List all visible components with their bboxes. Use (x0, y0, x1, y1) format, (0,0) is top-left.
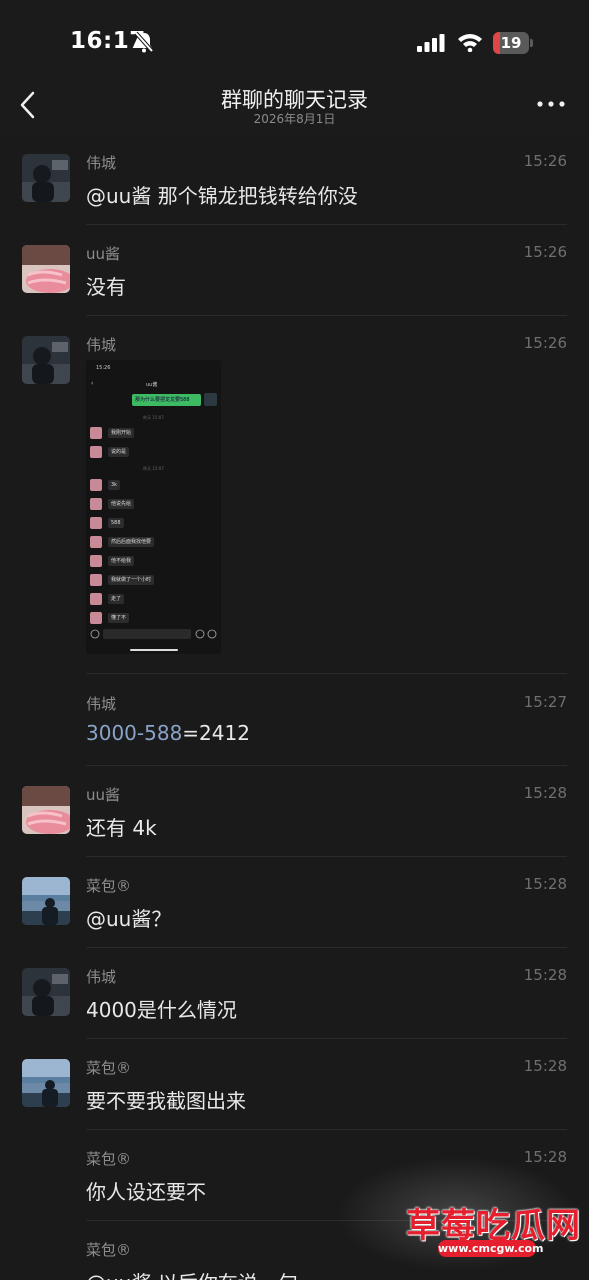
screenshot-separator: 昨天 15:07 (143, 415, 164, 420)
sender-name: uu酱 (86, 245, 121, 263)
sender-name: 菜包® (86, 877, 132, 895)
screenshot-avatar (90, 427, 102, 439)
screenshot-avatar (90, 612, 102, 624)
wifi-icon (458, 34, 482, 52)
message-text: 你人设还要不 (86, 1180, 206, 1204)
screenshot-bubble: 他不给我 (108, 556, 135, 566)
message-item[interactable]: uu酱 15:28 还有 4k (0, 772, 589, 862)
screenshot-avatar (90, 536, 102, 548)
screenshot-bubble: 懂了不 (108, 613, 130, 623)
message-time: 15:28 (523, 875, 567, 893)
avatar-caibao[interactable] (22, 877, 70, 925)
message-time: 15:26 (523, 152, 567, 170)
divider (86, 315, 567, 316)
screenshot-bubble: 我刚开始 (108, 428, 135, 438)
battery-indicator: 19 (493, 32, 533, 54)
screenshot-self-avatar (204, 393, 217, 406)
bell-off-icon (134, 31, 154, 53)
screenshot-green-bubble: 那为什么要把龙龙要588 (132, 394, 201, 406)
sender-name: 菜包® (86, 1241, 132, 1259)
screenshot-bubble: 说的是 (108, 447, 130, 457)
message-item[interactable]: 伟城 15:28 4000是什么情况 (0, 954, 589, 1044)
sender-name: uu酱 (86, 786, 121, 804)
message-time: 15:28 (523, 784, 567, 802)
avatar-weicheng[interactable] (22, 968, 70, 1016)
battery-cap (530, 39, 533, 47)
message-text: 4000是什么情况 (86, 998, 237, 1022)
screenshot-avatar (90, 517, 102, 529)
divider (86, 1129, 567, 1130)
screenshot-avatar (90, 498, 102, 510)
screenshot-home-indicator (130, 649, 178, 651)
avatar-weicheng[interactable] (22, 336, 70, 384)
formula-rest: =2412 (182, 721, 250, 745)
message-time: 15:26 (523, 243, 567, 261)
screenshot-avatar (90, 479, 102, 491)
screenshot-input-bar (90, 629, 217, 639)
sender-name: 伟城 (86, 154, 117, 172)
screenshot-avatar (90, 574, 102, 586)
screenshot-bubble: 我就做了一个小时 (108, 575, 155, 585)
battery-percent: 19 (500, 34, 522, 52)
avatar-uu[interactable] (22, 245, 70, 293)
watermark-logo: 草莓吃瓜网 www.cmcgw.com (336, 1156, 580, 1272)
divider (86, 765, 567, 766)
message-time: 15:28 (523, 966, 567, 984)
watermark-url: www.cmcgw.com (438, 1240, 544, 1257)
message-text: 没有 (86, 275, 126, 299)
message-item[interactable]: 菜包® 15:28 要不要我截图出来 (0, 1045, 589, 1135)
divider (86, 1038, 567, 1039)
avatar-caibao[interactable] (22, 1059, 70, 1107)
message-time: 15:27 (523, 693, 567, 711)
screenshot-avatar (90, 593, 102, 605)
chat-screenshot-image[interactable]: 15:26 uu酱 ‹ 那为什么要把龙龙要588 昨天 15:07 我刚开始 说… (86, 360, 221, 654)
status-bar: 16:17 19 (0, 0, 589, 80)
message-item[interactable]: 菜包® 15:28 @uu酱？ (0, 863, 589, 953)
screenshot-avatar (90, 555, 102, 567)
divider (86, 224, 567, 225)
message-item[interactable]: uu酱 15:26 没有 (0, 231, 589, 321)
sender-name: 菜包® (86, 1059, 132, 1077)
message-text: 3000-588=2412 (86, 721, 250, 745)
more-options-icon[interactable] (536, 94, 566, 114)
avatar-weicheng[interactable] (22, 154, 70, 202)
sender-name: 伟城 (86, 695, 117, 713)
message-item[interactable]: 伟城 15:26 @uu酱 那个锦龙把钱转给你没 (0, 140, 589, 230)
screenshot-bubble: 走了 (108, 594, 125, 604)
message-text: @uu酱 那个锦龙把钱转给你没 (86, 184, 358, 208)
sender-name: 伟城 (86, 968, 117, 986)
message-text: 要不要我截图出来 (86, 1089, 246, 1113)
divider (86, 673, 567, 674)
avatar-uu[interactable] (22, 786, 70, 834)
message-item[interactable]: 伟城 15:27 3000-588=2412 (0, 681, 589, 771)
screenshot-bubble: 3k (108, 480, 121, 490)
nav-header: 群聊的聊天记录 2026年8月1日 (0, 80, 589, 134)
screenshot-title: uu酱 (146, 382, 158, 388)
sender-name: 菜包® (86, 1150, 132, 1168)
divider (86, 947, 567, 948)
message-text: 还有 4k (86, 816, 157, 840)
screenshot-bubble: 然后后面我找他要 (108, 537, 155, 547)
divider (86, 856, 567, 857)
page-subtitle: 2026年8月1日 (253, 112, 336, 126)
message-time: 15:28 (523, 1057, 567, 1075)
screenshot-back-icon: ‹ (91, 380, 94, 387)
sender-name: 伟城 (86, 336, 117, 354)
message-time: 15:26 (523, 334, 567, 352)
screenshot-separator: 昨天 15:07 (143, 466, 164, 471)
message-text: @uu酱 以后你在说一句 (86, 1267, 298, 1280)
message-text: @uu酱？ (86, 907, 172, 931)
screenshot-time: 15:26 (96, 365, 111, 371)
cellular-signal-icon (417, 34, 445, 52)
screenshot-avatar (90, 446, 102, 458)
battery-body: 19 (493, 32, 529, 54)
screenshot-bubble: 他说先给 (108, 499, 135, 509)
formula-link[interactable]: 3000-588 (86, 721, 182, 745)
screenshot-bubble: 588 (108, 518, 124, 528)
